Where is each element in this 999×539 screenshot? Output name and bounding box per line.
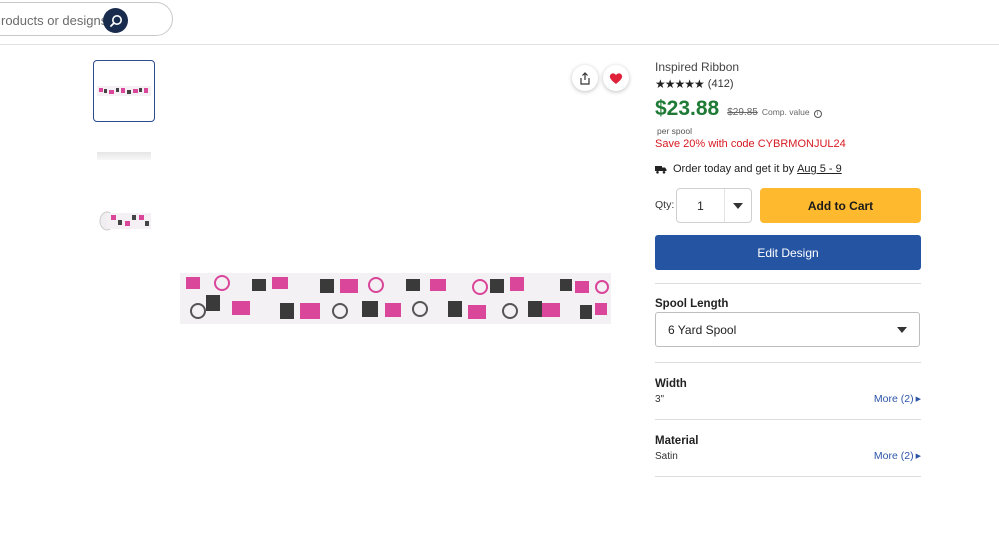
favorite-button[interactable] — [603, 65, 629, 91]
material-value: Satin — [655, 451, 678, 462]
share-button[interactable] — [572, 65, 598, 91]
chevron-down-icon — [897, 326, 907, 333]
width-more-label: More (2) — [873, 393, 914, 405]
quantity-select[interactable]: 1 — [676, 188, 752, 223]
material-title: Material — [655, 435, 699, 447]
rating[interactable]: ★★★★★ (412) — [655, 77, 733, 91]
current-price: $23.88 — [655, 97, 720, 120]
divider — [655, 283, 921, 284]
width-more-link[interactable]: More (2) ▶ — [874, 393, 921, 405]
ribbon-roll-image — [99, 211, 151, 231]
width-title: Width — [655, 378, 687, 390]
delivery-date-link[interactable]: Aug 5 - 9 — [797, 163, 842, 175]
search-icon — [109, 14, 122, 27]
info-icon[interactable]: i — [813, 110, 822, 118]
divider — [655, 419, 921, 420]
product-brand: Inspired Ribbon — [655, 60, 740, 74]
spool-length-value: 6 Yard Spool — [668, 322, 737, 337]
share-icon — [580, 71, 590, 85]
thumbnail-2[interactable] — [93, 125, 155, 187]
delivery-text: Order today and get it by — [673, 163, 795, 175]
ribbon-spool-side-image — [97, 152, 151, 160]
review-count: (412) — [707, 78, 734, 90]
delivery-estimate: Order today and get it by Aug 5 - 9 — [655, 163, 842, 175]
qty-label: Qty: — [655, 199, 675, 211]
comparison-label: Comp. value — [761, 107, 810, 117]
product-main-image — [180, 273, 611, 324]
thumbnail-3[interactable] — [93, 190, 155, 252]
truck-icon — [655, 165, 667, 174]
star-rating-icon: ★★★★★ — [655, 77, 705, 91]
heart-icon — [609, 72, 623, 84]
caret-right-icon: ▶ — [915, 396, 921, 403]
promo-text: Save 20% with code CYBRMONJUL24 — [655, 138, 846, 150]
qty-value: 1 — [697, 198, 704, 213]
qty-dropdown-toggle[interactable] — [725, 202, 751, 209]
site-header — [0, 0, 999, 45]
search-button[interactable] — [103, 8, 128, 33]
chevron-down-icon — [733, 202, 743, 209]
edit-design-button[interactable]: Edit Design — [655, 235, 921, 270]
ribbon-thumbnail-image — [97, 86, 151, 96]
search-bar — [0, 2, 173, 36]
price-row: $23.88 $29.85 Comp. value i — [655, 97, 822, 121]
comparison-price: $29.85 — [727, 107, 758, 118]
add-to-cart-button[interactable]: Add to Cart — [760, 188, 921, 223]
caret-right-icon: ▶ — [915, 453, 921, 460]
thumbnail-1[interactable] — [93, 60, 155, 122]
divider — [655, 362, 921, 363]
divider — [655, 476, 921, 477]
spool-length-title: Spool Length — [655, 298, 729, 310]
spool-length-select[interactable]: 6 Yard Spool — [655, 312, 920, 347]
price-unit: per spool — [657, 126, 692, 136]
material-more-label: More (2) — [873, 450, 914, 462]
material-more-link[interactable]: More (2) ▶ — [874, 450, 921, 462]
width-value: 3" — [655, 394, 665, 405]
